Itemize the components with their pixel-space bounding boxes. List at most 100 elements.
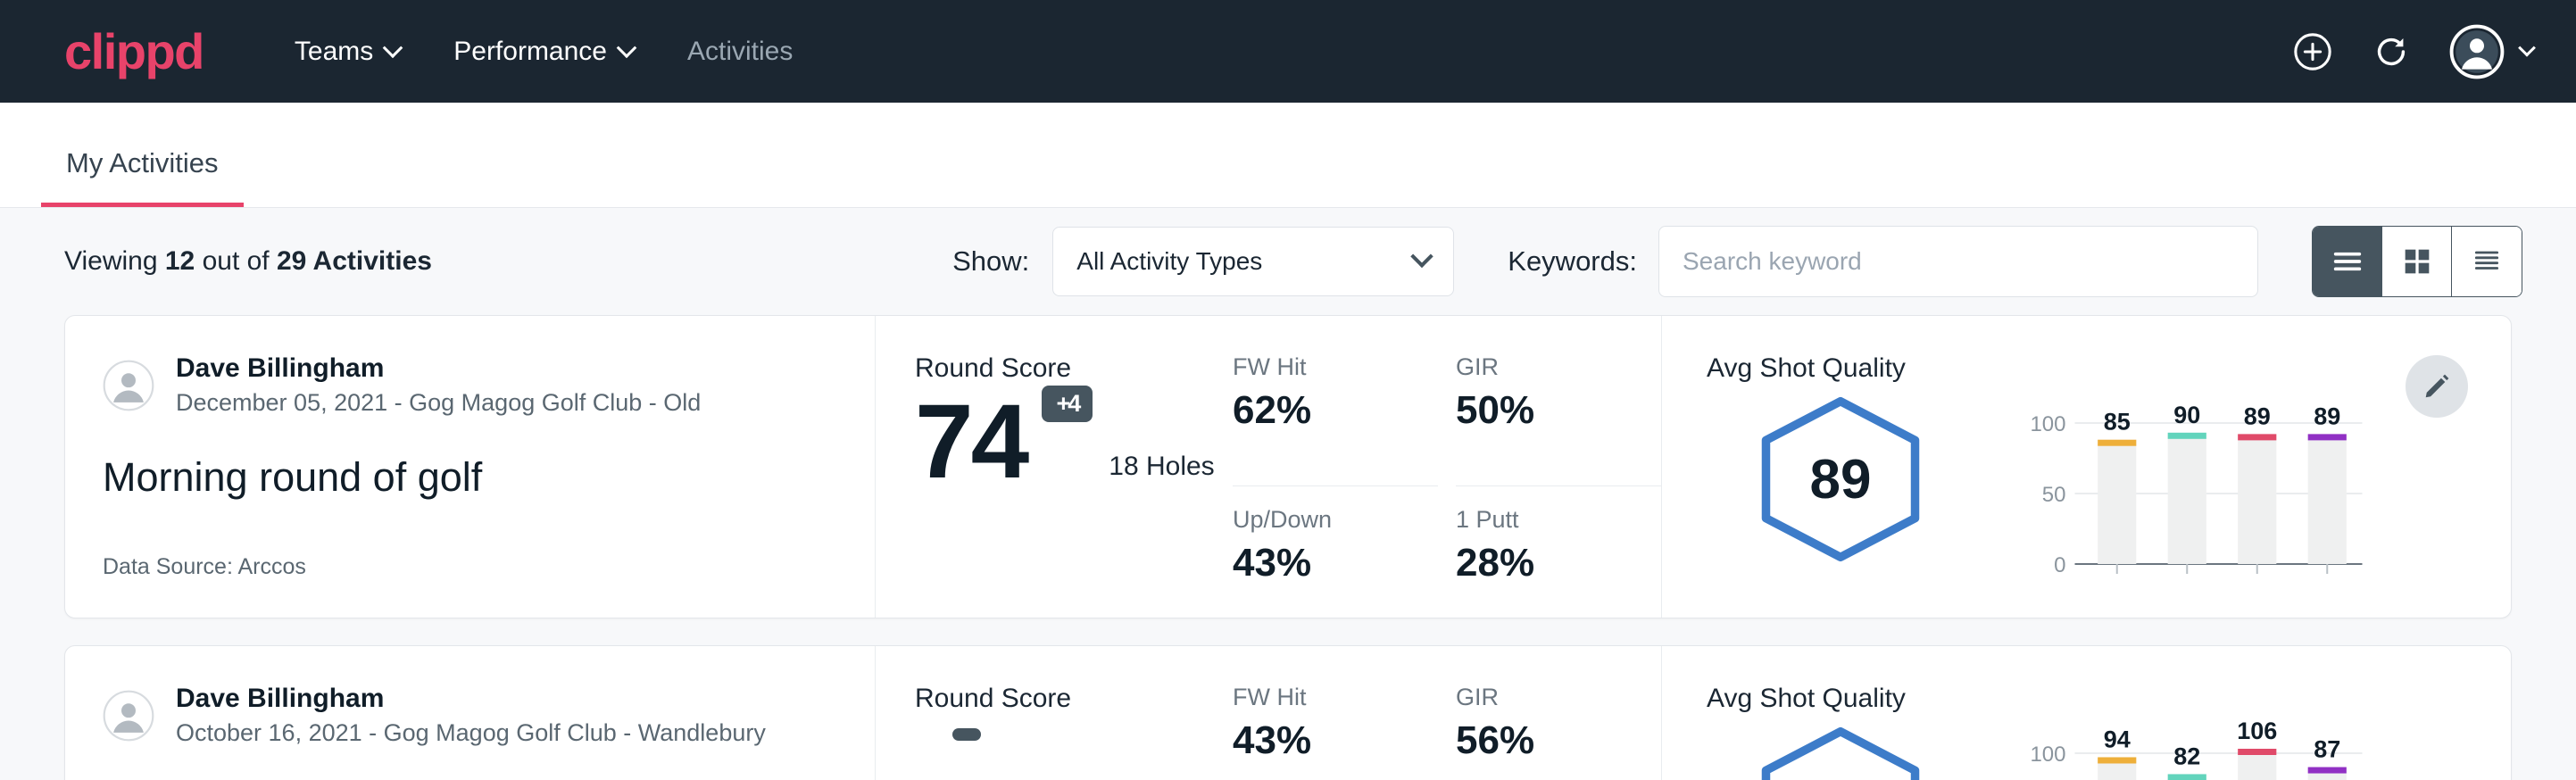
bar-ott <box>2098 761 2136 780</box>
bar-arg <box>2238 753 2276 780</box>
activity-author: Dave Billingham October 16, 2021 - Gog M… <box>103 684 830 747</box>
search-input[interactable] <box>1658 226 2258 297</box>
svg-text:0: 0 <box>2054 553 2065 574</box>
nav-item-performance-label: Performance <box>453 37 607 67</box>
activity-meta: October 16, 2021 - Gog Magog Golf Club -… <box>176 719 766 747</box>
bar-value-app: 82 <box>2173 743 2200 769</box>
view-mode-toggle <box>2312 226 2522 297</box>
bar-putt <box>2308 438 2347 564</box>
bar-value-arg: 89 <box>2244 402 2271 429</box>
round-score-value: 74 +4 <box>915 389 1026 494</box>
author-name: Dave Billingham <box>176 684 766 714</box>
grid-view-icon <box>2399 244 2435 279</box>
edit-activity-button[interactable] <box>2406 355 2468 418</box>
viewing-total: 29 Activities <box>277 246 432 276</box>
stat-gir-label: GIR <box>1456 684 1634 711</box>
activity-type-select[interactable]: All Activity Types <box>1052 227 1454 296</box>
bar-value-ott: 85 <box>2104 409 2131 436</box>
account-menu[interactable] <box>2449 24 2533 79</box>
avg-shot-quality-label: Avg Shot Quality <box>1707 353 2511 384</box>
stat-fw-hit-value: 62% <box>1233 388 1411 433</box>
avg-shot-quality-block: Avg Shot Quality 05010094OTT82APP106ARG8… <box>1661 646 2511 780</box>
main-nav: Teams Performance Activities <box>268 37 819 67</box>
round-score-block: Round Score <box>876 646 1233 780</box>
filter-controls: Show: All Activity Types Keywords: <box>952 226 2522 297</box>
bar-value-arg: 106 <box>2237 721 2277 744</box>
bar-chart-svg: 05010094OTT82APP106ARG87PUTT <box>1998 721 2388 780</box>
stat-gir-label: GIR <box>1456 353 1634 381</box>
chevron-down-icon <box>2518 38 2536 56</box>
shot-quality-bar-chart: 05010094OTT82APP106ARG87PUTT <box>1998 721 2388 780</box>
avg-shot-quality-hexagon <box>1707 721 1974 780</box>
nav-item-teams[interactable]: Teams <box>268 37 427 67</box>
avg-shot-quality-value <box>1756 726 1925 780</box>
round-stats-grid: FW Hit 62% GIR 50% Up/Down 43% 1 Putt 28… <box>1233 316 1661 618</box>
bar-cap-ott <box>2098 757 2136 763</box>
viewing-count: 12 <box>165 246 195 276</box>
holes-played: 18 Holes <box>1109 452 1214 494</box>
filter-toolbar: Viewing 12 out of 29 Activities Show: Al… <box>0 208 2576 315</box>
viewing-count-text: Viewing 12 out of 29 Activities <box>64 246 432 277</box>
stat-up-down: Up/Down 43% <box>1233 486 1438 618</box>
score-to-par-badge: +4 <box>1042 386 1093 422</box>
bar-cap-putt <box>2308 434 2347 440</box>
avg-shot-quality-hexagon: 89 <box>1707 391 1974 562</box>
round-stats-grid: FW Hit 43% GIR 56% <box>1233 646 1661 780</box>
activity-title: Morning round of golf <box>103 454 830 501</box>
score-to-par-badge <box>952 728 981 741</box>
activity-author: Dave Billingham December 05, 2021 - Gog … <box>103 353 830 417</box>
activity-type-value: All Activity Types <box>1076 247 1262 276</box>
top-navigation-bar: clippd Teams Performance Activities <box>0 0 2576 103</box>
chevron-down-icon <box>617 37 637 58</box>
pencil-icon <box>2421 370 2453 402</box>
data-source-label: Data Source: Arccos <box>103 554 306 580</box>
svg-text:100: 100 <box>2030 743 2065 767</box>
clippd-logo[interactable]: clippd <box>64 27 204 77</box>
grid-view-button[interactable] <box>2382 227 2452 296</box>
stat-fw-hit-value: 43% <box>1233 718 1411 763</box>
stat-gir: GIR 56% <box>1456 684 1661 780</box>
stat-up-down-value: 43% <box>1233 541 1411 585</box>
keywords-group: Keywords: <box>1508 226 2258 297</box>
activity-card[interactable]: Dave Billingham December 05, 2021 - Gog … <box>64 315 2512 618</box>
bar-value-ott: 94 <box>2104 726 2131 752</box>
list-view-icon <box>2330 244 2365 279</box>
stat-fw-hit: FW Hit 62% <box>1233 353 1438 486</box>
bar-cap-arg <box>2238 434 2276 440</box>
round-score-label: Round Score <box>915 684 1233 714</box>
viewing-prefix: Viewing <box>64 246 165 276</box>
bar-arg <box>2238 438 2276 564</box>
svg-text:50: 50 <box>2042 483 2066 507</box>
avg-shot-quality-value: 89 <box>1756 396 1925 562</box>
activity-summary: Dave Billingham December 05, 2021 - Gog … <box>65 316 876 618</box>
svg-text:100: 100 <box>2030 412 2065 436</box>
list-view-button[interactable] <box>2313 227 2382 296</box>
tab-my-activities[interactable]: My Activities <box>41 147 244 207</box>
activity-card[interactable]: Dave Billingham October 16, 2021 - Gog M… <box>64 645 2512 780</box>
nav-item-performance[interactable]: Performance <box>427 37 661 67</box>
viewing-mid: out of <box>195 246 277 276</box>
compact-view-button[interactable] <box>2452 227 2522 296</box>
account-avatar-icon <box>2449 24 2505 79</box>
bar-chart-svg: 05010085OTT90APP89ARG89PUTT <box>1998 391 2388 574</box>
nav-item-activities[interactable]: Activities <box>661 37 819 67</box>
bar-cap-app <box>2168 433 2206 439</box>
round-score-number: 74 <box>915 383 1026 501</box>
compact-view-icon <box>2469 244 2505 279</box>
activity-card-list: Dave Billingham December 05, 2021 - Gog … <box>0 315 2576 780</box>
avatar <box>103 690 154 742</box>
stat-gir-value: 56% <box>1456 718 1634 763</box>
bar-cap-arg <box>2238 749 2276 755</box>
round-score-block: Round Score 74 +4 18 Holes <box>876 316 1233 618</box>
nav-item-teams-label: Teams <box>295 37 373 67</box>
stat-gir-value: 50% <box>1456 388 1634 433</box>
avg-shot-quality-block: Avg Shot Quality 89 05010085OTT90APP89AR… <box>1661 316 2511 618</box>
refresh-icon[interactable] <box>2371 31 2412 72</box>
activity-summary: Dave Billingham October 16, 2021 - Gog M… <box>65 646 876 780</box>
bar-cap-ott <box>2098 440 2136 446</box>
chevron-down-icon <box>383 37 403 58</box>
add-circle-icon[interactable] <box>2292 31 2333 72</box>
stat-one-putt-value: 28% <box>1456 541 1634 585</box>
stat-fw-hit-label: FW Hit <box>1233 353 1411 381</box>
activity-meta: December 05, 2021 - Gog Magog Golf Club … <box>176 389 701 417</box>
